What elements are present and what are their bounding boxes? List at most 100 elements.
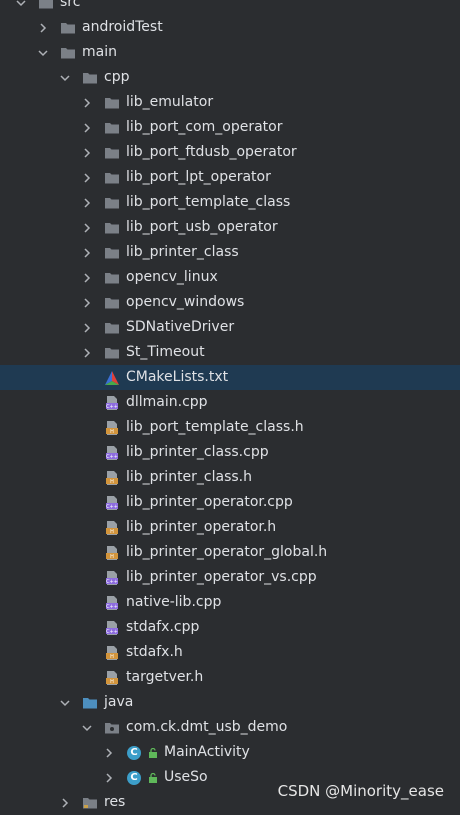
tree-label: lib_port_lpt_operator <box>126 169 271 185</box>
tree-file[interactable]: C++ stdafx.cpp <box>0 615 460 640</box>
tree-file[interactable]: H lib_printer_class.h <box>0 465 460 490</box>
tree-label: res <box>104 794 126 810</box>
svg-text:C++: C++ <box>106 454 118 460</box>
folder-icon <box>104 270 120 286</box>
tree-folder[interactable]: lib_emulator <box>0 90 460 115</box>
svg-text:C++: C++ <box>106 629 118 635</box>
package-icon <box>104 720 120 736</box>
tree-folder[interactable]: SDNativeDriver <box>0 315 460 340</box>
cmake-icon <box>104 370 120 386</box>
class-icon: C <box>126 770 142 786</box>
lock-icon <box>149 747 157 758</box>
lock-icon <box>149 772 157 783</box>
tree-file[interactable]: C++ lib_printer_operator.cpp <box>0 490 460 515</box>
chevron-down-icon[interactable] <box>80 721 94 735</box>
cpp-file-icon: C++ <box>104 445 120 461</box>
chevron-down-icon[interactable] <box>14 0 28 10</box>
cpp-file-icon: C++ <box>104 570 120 586</box>
tree-label: UseSo <box>164 769 208 785</box>
svg-text:H: H <box>110 529 114 535</box>
tree-file[interactable]: H stdafx.h <box>0 640 460 665</box>
tree-label: CMakeLists.txt <box>126 369 229 385</box>
chevron-right-icon[interactable] <box>80 96 94 110</box>
tree-label: lib_printer_operator.h <box>126 519 277 535</box>
chevron-right-icon[interactable] <box>80 196 94 210</box>
tree-folder[interactable]: lib_printer_class <box>0 240 460 265</box>
tree-file[interactable]: H lib_printer_operator_global.h <box>0 540 460 565</box>
tree-label: lib_port_template_class <box>126 194 291 210</box>
chevron-right-icon[interactable] <box>80 246 94 260</box>
chevron-right-icon[interactable] <box>58 796 72 810</box>
folder-icon <box>60 20 76 36</box>
tree-folder[interactable]: lib_port_lpt_operator <box>0 165 460 190</box>
tree-node-main[interactable]: main <box>0 40 460 65</box>
svg-text:C++: C++ <box>106 579 118 585</box>
project-tree: src androidTest main cpp lib_emulator li… <box>0 0 460 815</box>
chevron-right-icon[interactable] <box>102 771 116 785</box>
chevron-right-icon[interactable] <box>80 271 94 285</box>
tree-file[interactable]: C++ lib_printer_operator_vs.cpp <box>0 565 460 590</box>
svg-text:H: H <box>110 479 114 485</box>
chevron-right-icon[interactable] <box>36 21 50 35</box>
folder-icon <box>104 320 120 336</box>
tree-label: lib_printer_operator_vs.cpp <box>126 569 317 585</box>
tree-label: lib_port_ftdusb_operator <box>126 144 297 160</box>
tree-folder[interactable]: opencv_linux <box>0 265 460 290</box>
chevron-down-icon[interactable] <box>58 696 72 710</box>
tree-label: native-lib.cpp <box>126 594 222 610</box>
tree-label: stdafx.h <box>126 644 183 660</box>
tree-folder[interactable]: lib_port_ftdusb_operator <box>0 140 460 165</box>
chevron-right-icon[interactable] <box>80 171 94 185</box>
folder-icon <box>104 170 120 186</box>
header-file-icon: H <box>104 645 120 661</box>
tree-folder[interactable]: lib_port_template_class <box>0 190 460 215</box>
tree-label: opencv_windows <box>126 294 245 310</box>
tree-node-java[interactable]: java <box>0 690 460 715</box>
tree-node-src[interactable]: src <box>0 0 460 15</box>
cpp-file-icon: C++ <box>104 395 120 411</box>
cpp-file-icon: C++ <box>104 495 120 511</box>
chevron-down-icon[interactable] <box>36 46 50 60</box>
tree-folder[interactable]: lib_port_usb_operator <box>0 215 460 240</box>
tree-class-mainactivity[interactable]: C MainActivity <box>0 740 460 765</box>
tree-label: com.ck.dmt_usb_demo <box>126 719 288 735</box>
chevron-right-icon[interactable] <box>102 746 116 760</box>
tree-folder[interactable]: lib_port_com_operator <box>0 115 460 140</box>
tree-file[interactable]: C++ dllmain.cpp <box>0 390 460 415</box>
chevron-right-icon[interactable] <box>80 121 94 135</box>
tree-file[interactable]: C++ native-lib.cpp <box>0 590 460 615</box>
tree-folder[interactable]: opencv_windows <box>0 290 460 315</box>
tree-label: lib_printer_class.cpp <box>126 444 269 460</box>
class-icon: C <box>126 745 142 761</box>
tree-file[interactable]: C++ lib_printer_class.cpp <box>0 440 460 465</box>
tree-label: lib_port_usb_operator <box>126 219 278 235</box>
tree-label: stdafx.cpp <box>126 619 200 635</box>
tree-file[interactable]: H targetver.h <box>0 665 460 690</box>
tree-file[interactable]: H lib_printer_operator.h <box>0 515 460 540</box>
folder-icon <box>104 245 120 261</box>
folder-icon <box>104 95 120 111</box>
tree-node-cpp[interactable]: cpp <box>0 65 460 90</box>
header-file-icon: H <box>104 470 120 486</box>
chevron-right-icon[interactable] <box>80 146 94 160</box>
chevron-down-icon[interactable] <box>58 71 72 85</box>
tree-label: SDNativeDriver <box>126 319 235 335</box>
tree-label: src <box>60 0 81 10</box>
folder-icon <box>38 0 54 11</box>
svg-text:H: H <box>110 654 114 660</box>
tree-label: lib_port_com_operator <box>126 119 283 135</box>
chevron-right-icon[interactable] <box>80 321 94 335</box>
tree-node-package[interactable]: com.ck.dmt_usb_demo <box>0 715 460 740</box>
tree-label: lib_printer_class.h <box>126 469 253 485</box>
chevron-right-icon[interactable] <box>80 221 94 235</box>
resources-folder-icon <box>82 795 98 811</box>
tree-folder[interactable]: St_Timeout <box>0 340 460 365</box>
cpp-file-icon: C++ <box>104 595 120 611</box>
chevron-right-icon[interactable] <box>80 296 94 310</box>
tree-node-androidtest[interactable]: androidTest <box>0 15 460 40</box>
chevron-right-icon[interactable] <box>80 346 94 360</box>
tree-file-cmakelists[interactable]: CMakeLists.txt <box>0 365 460 390</box>
tree-file[interactable]: H lib_port_template_class.h <box>0 415 460 440</box>
folder-icon <box>82 70 98 86</box>
tree-label: opencv_linux <box>126 269 218 285</box>
